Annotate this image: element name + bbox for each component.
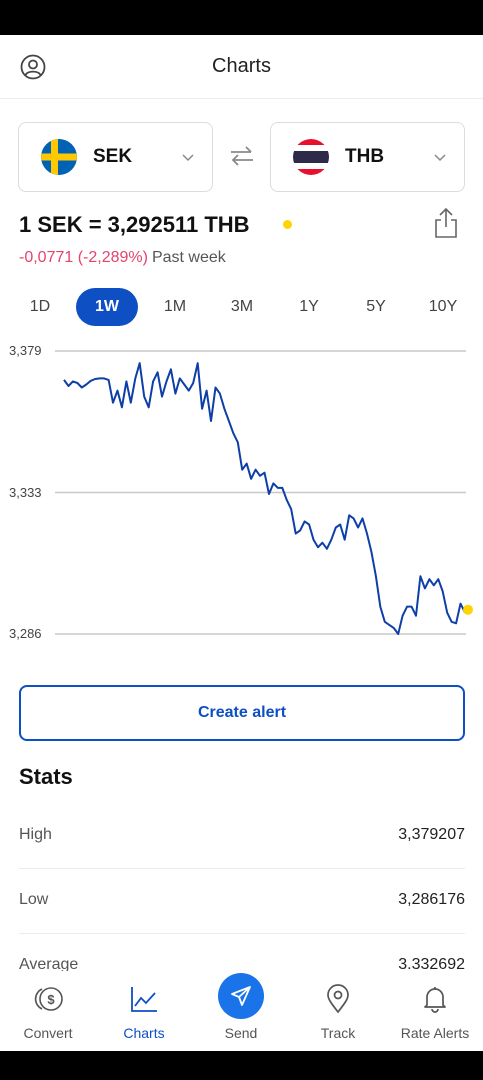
nav-label: Send bbox=[224, 1025, 258, 1041]
svg-text:$: $ bbox=[47, 992, 55, 1007]
stat-row-high: High 3,379207 bbox=[19, 804, 465, 869]
chart-series-line bbox=[63, 362, 466, 635]
to-currency-select[interactable]: THB bbox=[270, 122, 465, 192]
thailand-flag-icon bbox=[293, 139, 329, 175]
swap-arrows-icon[interactable] bbox=[229, 143, 255, 169]
nav-send[interactable]: Send bbox=[193, 971, 289, 1051]
create-alert-button[interactable]: Create alert bbox=[19, 685, 465, 741]
currency-coins-icon: $ bbox=[34, 987, 63, 1011]
nav-label: Charts bbox=[123, 1025, 165, 1041]
rate-change: -0,0771 (-2,289%) Past week bbox=[19, 249, 226, 267]
charts-screen: Charts SEK THB 1 SEK = 3,292511 THB -0,0… bbox=[0, 35, 483, 1051]
rate-chart[interactable]: 3,379 3,333 3,286 bbox=[0, 335, 483, 655]
bell-icon bbox=[424, 987, 446, 1013]
rate-line-chart bbox=[55, 350, 473, 635]
nav-track[interactable]: Track bbox=[290, 971, 386, 1051]
range-1m[interactable]: 1M bbox=[144, 288, 206, 326]
from-currency-select[interactable]: SEK bbox=[18, 122, 213, 192]
nav-label: Track bbox=[320, 1025, 356, 1041]
top-bar: Charts bbox=[0, 35, 483, 99]
paper-plane-icon bbox=[231, 986, 251, 1006]
stat-row-low: Low 3,286176 bbox=[19, 869, 465, 934]
nav-convert[interactable]: $ Convert bbox=[0, 971, 96, 1051]
range-10y[interactable]: 10Y bbox=[412, 288, 474, 326]
range-1d[interactable]: 1D bbox=[9, 288, 71, 326]
rate-change-period: Past week bbox=[151, 249, 226, 266]
chart-current-point bbox=[463, 604, 473, 615]
exchange-rate: 1 SEK = 3,292511 THB bbox=[19, 212, 250, 237]
bottom-navigation: $ Convert Charts Send Track Rate Alerts bbox=[0, 971, 483, 1051]
stat-value: 3,286176 bbox=[398, 891, 465, 908]
range-5y[interactable]: 5Y bbox=[345, 288, 407, 326]
page-title: Charts bbox=[212, 55, 271, 77]
range-1y[interactable]: 1Y bbox=[278, 288, 340, 326]
live-indicator-dot bbox=[283, 220, 292, 229]
share-icon[interactable] bbox=[432, 207, 460, 239]
chevron-down-icon bbox=[182, 154, 194, 162]
stats-title: Stats bbox=[19, 764, 73, 789]
range-3m[interactable]: 3M bbox=[211, 288, 273, 326]
rate-change-value: -0,0771 (-2,289%) bbox=[19, 249, 148, 266]
stat-label: Low bbox=[19, 891, 49, 908]
location-pin-icon bbox=[327, 984, 349, 1014]
nav-label: Rate Alerts bbox=[400, 1025, 470, 1041]
line-chart-icon bbox=[131, 987, 157, 1012]
nav-label: Convert bbox=[23, 1025, 73, 1041]
time-range-selector: 1D 1W 1M 3M 1Y 5Y 10Y bbox=[0, 288, 483, 326]
stat-label: High bbox=[19, 826, 52, 843]
from-currency-code: SEK bbox=[93, 146, 133, 167]
range-1w[interactable]: 1W bbox=[76, 288, 138, 326]
chevron-down-icon bbox=[434, 154, 446, 162]
nav-rate-alerts[interactable]: Rate Alerts bbox=[387, 971, 483, 1051]
stat-value: 3,379207 bbox=[398, 826, 465, 843]
sweden-flag-icon bbox=[41, 139, 77, 175]
to-currency-code: THB bbox=[345, 146, 385, 167]
nav-charts[interactable]: Charts bbox=[96, 971, 192, 1051]
